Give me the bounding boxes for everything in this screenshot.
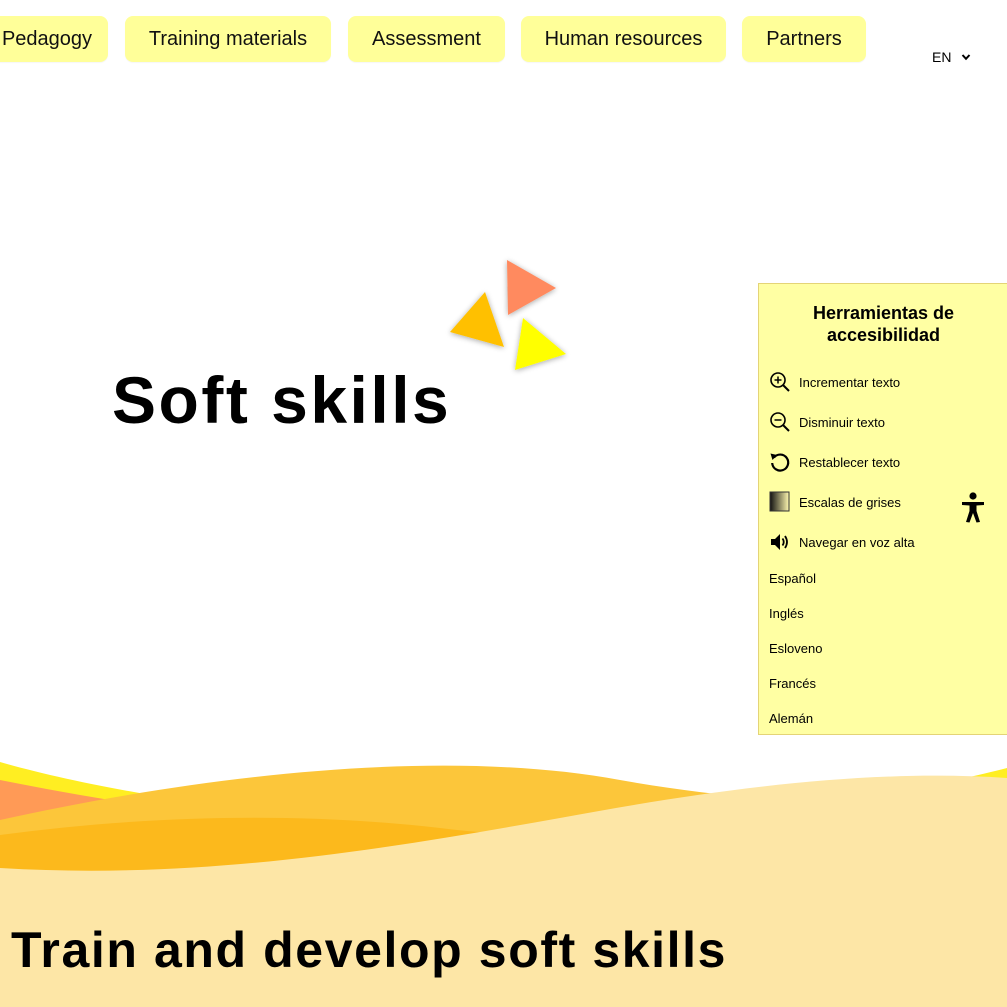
triangle-amber (450, 292, 504, 347)
nav-item-training-materials[interactable]: Training materials (125, 16, 331, 62)
reset-icon (770, 453, 790, 472)
section-title: Train and develop soft skills (11, 922, 728, 978)
nav-item-human-resources[interactable]: Human resources (521, 16, 726, 62)
grayscale-label: Escalas de grises (799, 494, 901, 510)
language-option-german[interactable]: Alemán (769, 710, 813, 728)
hero-title: Soft skills (112, 363, 452, 437)
decorative-triangles (450, 260, 566, 370)
grayscale-icon (769, 491, 790, 512)
language-selector-value: EN (932, 49, 952, 65)
zoom-out-icon (770, 412, 790, 432)
grayscale-button[interactable]: Escalas de grises (769, 490, 901, 514)
speaker-icon (771, 534, 788, 550)
language-option-slovenian[interactable]: Esloveno (769, 640, 822, 658)
decrease-text-button[interactable]: Disminuir texto (769, 410, 885, 434)
read-aloud-label: Navegar en voz alta (799, 534, 915, 550)
reset-text-button[interactable]: Restablecer texto (769, 450, 900, 474)
accessibility-person-icon[interactable] (960, 492, 986, 524)
increase-text-button[interactable]: Incrementar texto (769, 370, 900, 394)
reset-text-label: Restablecer texto (799, 454, 901, 470)
increase-text-label: Incrementar texto (799, 374, 901, 390)
language-selector[interactable]: EN (932, 48, 971, 66)
accessibility-title-line2: accesibilidad (826, 325, 941, 345)
language-option-french[interactable]: Francés (769, 675, 816, 693)
language-option-spanish[interactable]: Español (769, 570, 816, 588)
language-option-english[interactable]: Inglés (769, 605, 804, 623)
triangle-salmon (507, 260, 556, 315)
decrease-text-label: Disminuir texto (799, 414, 885, 430)
nav-item-pedagogy[interactable]: Pedagogy (0, 16, 108, 62)
triangle-yellow (515, 318, 566, 370)
accessibility-panel-title: Herramientas de accesibilidad (759, 302, 1007, 346)
read-aloud-button[interactable]: Navegar en voz alta (769, 530, 915, 554)
nav-item-assessment[interactable]: Assessment (348, 16, 505, 62)
accessibility-title-line1: Herramientas de (812, 303, 955, 323)
page: Pedagogy Training materials Assessment H… (0, 0, 1007, 1007)
zoom-in-icon (770, 372, 790, 392)
chevron-down-icon (962, 54, 971, 61)
nav-item-partners[interactable]: Partners (742, 16, 866, 62)
